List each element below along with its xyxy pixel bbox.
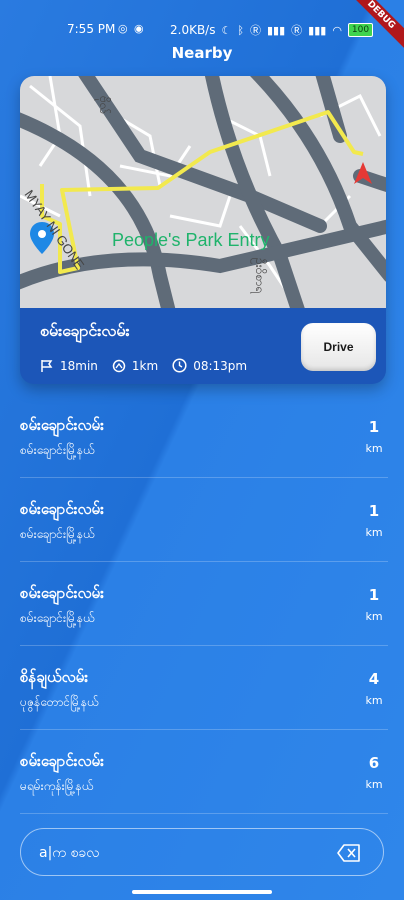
page-title: Nearby <box>171 44 233 62</box>
whatsapp-icon: ◎ <box>118 22 128 35</box>
trip-arrival-value: 08:13pm <box>193 358 248 373</box>
list-item[interactable]: စမ်းချောင်းလမ်း မရမ်းကုန်းမြို့နယ် 6 km <box>20 730 388 814</box>
list-item-distance: 1 <box>368 586 380 604</box>
list-item-subtitle: မရမ်းကုန်းမြို့နယ် <box>20 779 94 793</box>
bluetooth-icon: ᛒ <box>237 23 244 37</box>
flag-icon <box>41 359 53 372</box>
list-item-subtitle: ပုဇွန်တောင်မြို့နယ် <box>20 695 99 709</box>
list-item-subtitle: စမ်းချောင်းမြို့နယ် <box>20 443 95 457</box>
list-item-distance: 4 <box>368 670 380 688</box>
route-distance-icon <box>112 359 126 372</box>
list-item[interactable]: စမ်းချောင်းလမ်း စမ်းချောင်းမြို့နယ် 1 km <box>20 478 388 562</box>
list-item-title: စမ်းချောင်းလမ်း <box>20 584 104 602</box>
moon-icon: ☾ <box>221 23 232 37</box>
list-item-unit: km <box>365 526 383 539</box>
list-item-title: စိန်ချယ်လမ်း <box>20 668 89 686</box>
battery-icon: 100 <box>347 23 374 37</box>
list-item[interactable]: စမ်းချောင်းလမ်း စမ်းချောင်းမြို့နယ် 1 km <box>20 562 388 646</box>
search-box[interactable] <box>20 828 384 876</box>
home-indicator[interactable] <box>132 890 272 894</box>
list-item-subtitle: စမ်းချောင်းမြို့နယ် <box>20 527 95 541</box>
list-item-distance: 1 <box>368 502 380 520</box>
list-item-title: စမ်းချောင်းလမ်း <box>20 416 104 434</box>
trip-distance: 1km <box>112 359 158 373</box>
list-item-title: စမ်းချောင်းလမ်း <box>20 752 104 770</box>
list-item-unit: km <box>365 694 383 707</box>
notification-icon: ◉ <box>134 22 144 35</box>
status-time: 7:55 PM <box>67 22 116 36</box>
backspace-icon[interactable] <box>337 844 361 862</box>
wifi-icon: ◠ <box>332 23 342 37</box>
trip-duration-value: 18min <box>60 358 98 373</box>
search-input[interactable] <box>39 841 329 865</box>
trip-duration: 18min <box>40 359 98 373</box>
list-item-unit: km <box>365 778 383 791</box>
list-item-unit: km <box>365 610 383 623</box>
list-item-title: စမ်းချောင်းလမ်း <box>20 500 104 518</box>
signal2-icon: ▮▮▮ <box>308 23 327 37</box>
signal-icon: ▮▮▮ <box>266 23 286 37</box>
trip-info: 18min 1km 08:13pm <box>40 358 261 373</box>
map-card[interactable]: People's Park Entry MYAY NI GONE ဦးဝိစာရ… <box>20 76 386 384</box>
trip-distance-value: 1km <box>131 358 159 373</box>
place-name: စမ်းချောင်းလမ်း <box>40 321 130 340</box>
trip-arrival: 08:13pm <box>172 358 247 373</box>
hd-icon: Ⓡ <box>249 24 261 37</box>
list-item-distance: 6 <box>368 754 380 772</box>
network-speed: 2.0KB/s <box>170 23 216 37</box>
list-item[interactable]: စမ်းချောင်းလမ်း စမ်းချောင်းမြို့နယ် 1 km <box>20 394 388 478</box>
map-view[interactable]: People's Park Entry MYAY NI GONE ဦးဝိစာရ… <box>20 76 386 308</box>
hd2-icon: Ⓡ <box>291 24 303 37</box>
list-item[interactable]: စိန်ချယ်လမ်း ပုဇွန်တောင်မြို့နယ် 4 km <box>20 646 388 730</box>
places-list: စမ်းချောင်းလမ်း စမ်းချောင်းမြို့နယ် 1 km… <box>0 394 404 814</box>
list-item-subtitle: စမ်းချောင်းမြို့နယ် <box>20 611 95 625</box>
map-label: People's Park Entry <box>112 230 270 250</box>
clock-icon <box>172 358 187 373</box>
list-item-unit: km <box>365 442 383 455</box>
list-item-distance: 1 <box>368 418 380 436</box>
drive-button[interactable]: Drive <box>301 323 376 371</box>
